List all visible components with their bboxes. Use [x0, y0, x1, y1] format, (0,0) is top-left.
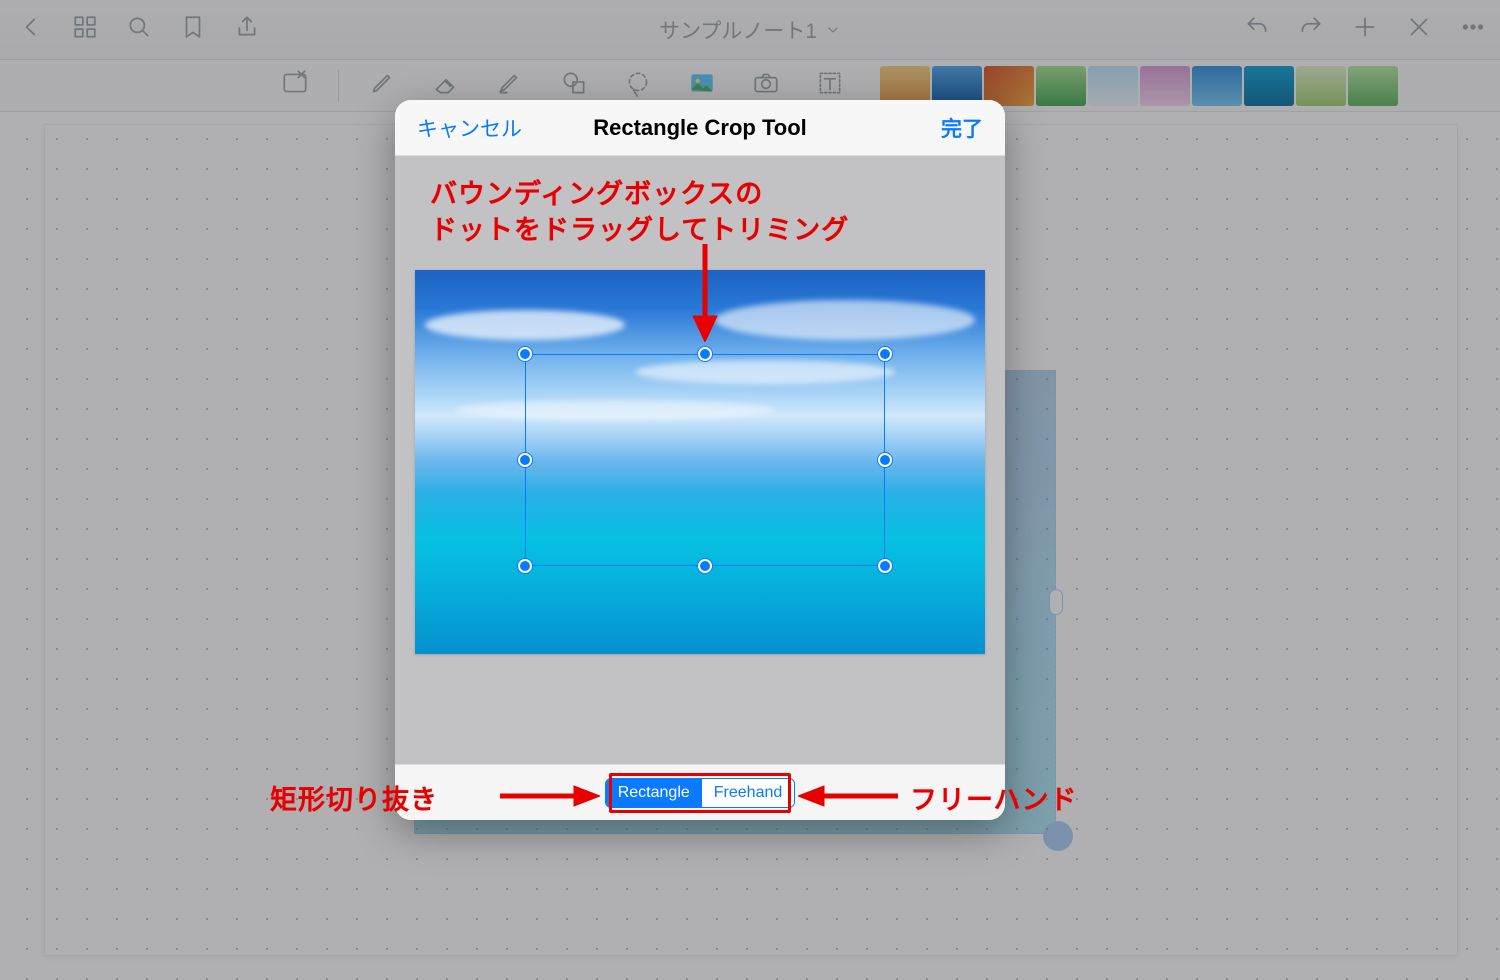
annotation-text-top-line2: ドットをドラッグしてトリミング — [430, 208, 849, 247]
crop-handle-mid-right[interactable] — [878, 453, 892, 467]
crop-bounding-box[interactable] — [525, 354, 885, 566]
crop-handle-mid-left[interactable] — [518, 453, 532, 467]
modal-title: Rectangle Crop Tool — [593, 115, 807, 141]
annotation-arrow-right-icon — [500, 784, 600, 808]
crop-handle-top-left[interactable] — [518, 347, 532, 361]
annotation-arrow-left-icon — [798, 784, 898, 808]
annotation-arrow-down-icon — [690, 244, 720, 342]
crop-handle-bottom-left[interactable] — [518, 559, 532, 573]
annotation-text-right: フリーハンド — [910, 778, 1077, 817]
crop-handle-bottom-right[interactable] — [878, 559, 892, 573]
annotation-text-left: 矩形切り抜き — [270, 778, 438, 817]
crop-handle-top-center[interactable] — [698, 347, 712, 361]
annotation-text-top-line1: バウンディングボックスの — [430, 172, 763, 211]
crop-handle-top-right[interactable] — [878, 347, 892, 361]
annotation-highlight-box — [609, 773, 791, 813]
done-button[interactable]: 完了 — [941, 113, 983, 143]
modal-header: キャンセル Rectangle Crop Tool 完了 — [395, 100, 1005, 156]
crop-handle-bottom-center[interactable] — [698, 559, 712, 573]
cancel-button[interactable]: キャンセル — [417, 113, 522, 143]
